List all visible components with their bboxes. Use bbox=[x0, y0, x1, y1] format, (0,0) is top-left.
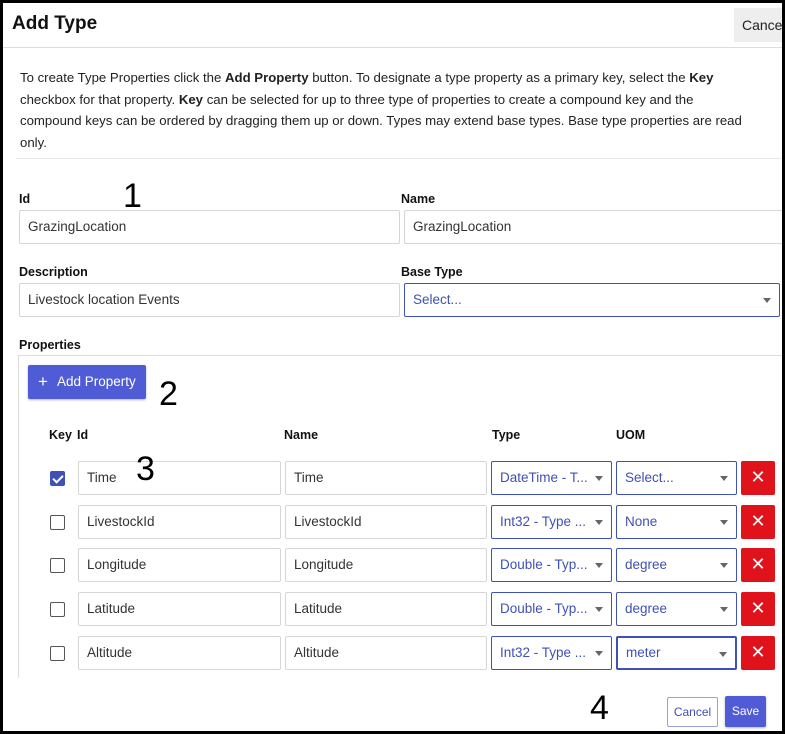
delete-property-button[interactable]: ✕ bbox=[741, 592, 775, 626]
property-uom-select[interactable]: degree bbox=[616, 548, 737, 582]
chevron-down-icon bbox=[720, 520, 728, 525]
base-type-value: Select... bbox=[413, 292, 462, 307]
chevron-down-icon bbox=[720, 563, 728, 568]
property-name-input[interactable]: Altitude bbox=[285, 636, 487, 670]
property-uom-value: degree bbox=[625, 557, 668, 572]
annotation-number: 4 bbox=[590, 689, 609, 727]
name-label: Name bbox=[401, 192, 436, 206]
chevron-down-icon bbox=[720, 476, 728, 481]
property-uom-select[interactable]: None bbox=[616, 505, 737, 539]
cancel-button[interactable]: Cancel bbox=[667, 697, 718, 727]
instructions-part: button. To designate a type property as … bbox=[308, 70, 690, 85]
close-icon: ✕ bbox=[750, 467, 766, 488]
close-icon: ✕ bbox=[750, 642, 766, 663]
section-divider bbox=[16, 158, 782, 159]
chevron-down-icon bbox=[719, 652, 727, 657]
property-uom-value: Select... bbox=[625, 470, 674, 485]
instructions-part: checkbox for that property. bbox=[20, 91, 179, 107]
dialog-title: Add Type bbox=[12, 13, 98, 34]
key-checkbox[interactable] bbox=[50, 471, 65, 486]
property-id-input[interactable]: Time bbox=[78, 461, 281, 495]
property-type-select[interactable]: Double - Typ... bbox=[491, 592, 612, 626]
add-property-button[interactable]: + Add Property bbox=[28, 365, 146, 399]
id-input[interactable]: GrazingLocation bbox=[19, 210, 400, 244]
property-type-value: Int32 - Type ... bbox=[500, 514, 587, 529]
key-checkbox[interactable] bbox=[50, 558, 65, 573]
property-name-input[interactable]: Time bbox=[285, 461, 487, 495]
key-checkbox[interactable] bbox=[50, 515, 65, 530]
chevron-down-icon bbox=[595, 520, 603, 525]
delete-property-button[interactable]: ✕ bbox=[741, 505, 775, 539]
chevron-down-icon bbox=[595, 563, 603, 568]
property-name-input[interactable]: LivestockId bbox=[285, 505, 487, 539]
column-header-name: Name bbox=[284, 428, 319, 442]
property-name-input[interactable]: Latitude bbox=[285, 592, 487, 626]
property-type-value: Double - Typ... bbox=[500, 601, 588, 616]
annotation-number: 3 bbox=[136, 450, 155, 488]
close-icon: ✕ bbox=[750, 598, 766, 619]
property-uom-select[interactable]: meter bbox=[616, 636, 737, 670]
instructions-bold: Key bbox=[689, 70, 714, 85]
chevron-down-icon bbox=[763, 298, 771, 303]
base-type-select[interactable]: Select... bbox=[404, 283, 780, 317]
column-header-id: Id bbox=[77, 428, 89, 442]
property-uom-value: meter bbox=[626, 645, 661, 660]
add-type-dialog: Add Type Cancel To create Type Propertie… bbox=[0, 0, 785, 734]
base-type-label: Base Type bbox=[401, 265, 463, 279]
property-type-select[interactable]: Int32 - Type ... bbox=[491, 505, 612, 539]
add-property-label: Add Property bbox=[57, 374, 136, 389]
annotation-number: 2 bbox=[159, 375, 178, 413]
delete-property-button[interactable]: ✕ bbox=[741, 461, 775, 495]
property-uom-select[interactable]: degree bbox=[616, 592, 737, 626]
chevron-down-icon bbox=[595, 651, 603, 656]
delete-property-button[interactable]: ✕ bbox=[741, 636, 775, 670]
description-input[interactable]: Livestock location Events bbox=[19, 283, 400, 317]
property-uom-value: None bbox=[625, 514, 658, 529]
column-header-type: Type bbox=[492, 428, 521, 442]
property-id-input[interactable]: LivestockId bbox=[78, 505, 281, 539]
description-label: Description bbox=[19, 265, 88, 279]
cancel-top-button[interactable]: Cancel bbox=[734, 8, 782, 42]
property-type-value: Double - Typ... bbox=[500, 557, 588, 572]
column-header-uom: UOM bbox=[616, 428, 646, 442]
property-type-select[interactable]: Double - Typ... bbox=[491, 548, 612, 582]
property-uom-select[interactable]: Select... bbox=[616, 461, 737, 495]
property-id-input[interactable]: Latitude bbox=[78, 592, 281, 626]
property-type-select[interactable]: DateTime - T... bbox=[491, 461, 612, 495]
property-id-input[interactable]: Altitude bbox=[78, 636, 281, 670]
key-checkbox[interactable] bbox=[50, 602, 65, 617]
chevron-down-icon bbox=[595, 607, 603, 612]
property-type-value: DateTime - T... bbox=[500, 470, 588, 485]
chevron-down-icon bbox=[595, 476, 603, 481]
property-type-value: Int32 - Type ... bbox=[500, 645, 587, 660]
name-input[interactable]: GrazingLocation bbox=[404, 210, 782, 244]
close-icon: ✕ bbox=[750, 554, 766, 575]
chevron-down-icon bbox=[720, 607, 728, 612]
delete-property-button[interactable]: ✕ bbox=[741, 548, 775, 582]
instructions-text: To create Type Properties click the Add … bbox=[20, 67, 755, 153]
property-uom-value: degree bbox=[625, 601, 668, 616]
close-icon: ✕ bbox=[750, 511, 766, 532]
header-divider bbox=[3, 47, 782, 48]
annotation-number: 1 bbox=[123, 177, 142, 215]
property-type-select[interactable]: Int32 - Type ... bbox=[491, 636, 612, 670]
properties-label: Properties bbox=[19, 338, 81, 352]
instructions-bold: Add Property bbox=[225, 70, 309, 85]
save-button[interactable]: Save bbox=[725, 696, 766, 727]
instructions-bold: Key bbox=[178, 91, 204, 107]
column-header-key: Key bbox=[49, 428, 72, 442]
property-id-input[interactable]: Longitude bbox=[78, 548, 281, 582]
key-checkbox[interactable] bbox=[50, 646, 65, 661]
id-label: Id bbox=[19, 192, 31, 206]
instructions-part: To create Type Properties click the bbox=[20, 70, 225, 85]
property-name-input[interactable]: Longitude bbox=[285, 548, 487, 582]
plus-icon: + bbox=[38, 372, 48, 391]
